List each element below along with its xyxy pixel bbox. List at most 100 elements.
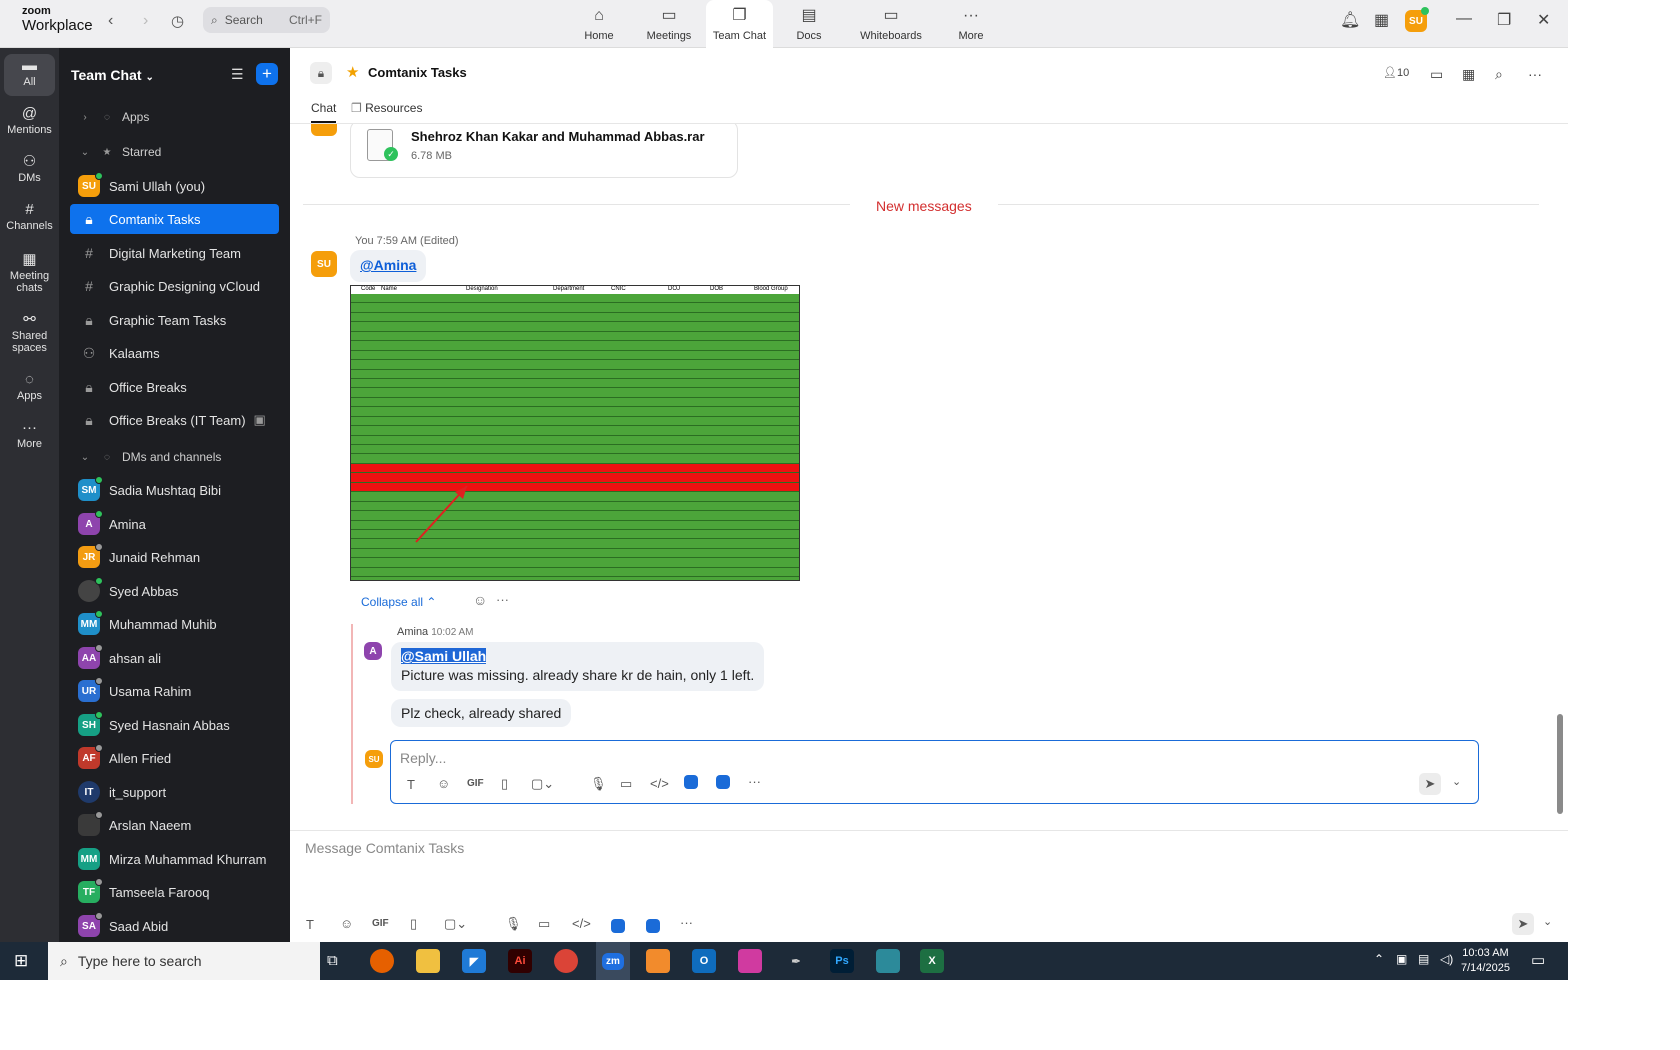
- dm-ahsan-ali[interactable]: AA ahsan ali: [70, 643, 279, 673]
- app-icon[interactable]: [684, 775, 698, 789]
- dm-allen-fried[interactable]: AF Allen Fried: [70, 743, 279, 773]
- history-icon[interactable]: ◷: [171, 12, 184, 30]
- microphone-icon[interactable]: 🎙︎: [505, 916, 522, 932]
- section-dms-channels[interactable]: ⌄ ◌ DMs and channels: [70, 444, 279, 470]
- rail-apps[interactable]: ◌ Apps: [0, 372, 59, 402]
- search-icon[interactable]: ⌕: [1495, 66, 1503, 83]
- collapse-all-button[interactable]: Collapse all ⌃: [361, 595, 436, 609]
- gif-icon[interactable]: GIF: [467, 778, 484, 789]
- close-icon[interactable]: ✕: [1537, 10, 1550, 30]
- creative-cloud-icon[interactable]: [738, 949, 762, 973]
- calendar-icon[interactable]: ▦: [1462, 66, 1475, 83]
- sidebar-item-kalaams[interactable]: ⚇ Kalaams: [70, 338, 279, 368]
- new-chat-button[interactable]: +: [256, 63, 278, 85]
- send-icon[interactable]: ➤: [1419, 773, 1441, 795]
- sidebar-item-office-breaks-it[interactable]: 🔒︎ Office Breaks (IT Team) ▣: [70, 405, 279, 435]
- microphone-icon[interactable]: 🎙︎: [590, 776, 607, 792]
- tab-docs[interactable]: ▤ Docs: [786, 0, 832, 48]
- photoshop-icon[interactable]: Ps: [830, 949, 854, 973]
- dm-muhammad-muhib[interactable]: MM Muhammad Muhib: [70, 609, 279, 639]
- tab-more[interactable]: ··· More: [951, 0, 991, 48]
- forward-arrow-icon[interactable]: ›: [143, 12, 148, 30]
- search-box[interactable]: ⌕ Search Ctrl+F: [203, 7, 330, 33]
- system-tray-icon[interactable]: ▣: [1396, 952, 1407, 966]
- section-apps[interactable]: › ◌ Apps: [70, 104, 279, 130]
- dm-syed-abbas[interactable]: Syed Abbas: [70, 576, 279, 606]
- screenshot-icon[interactable]: ▢⌄: [531, 776, 554, 792]
- file-explorer-icon[interactable]: [416, 949, 440, 973]
- app-icon[interactable]: [716, 775, 730, 789]
- rail-meeting-chats[interactable]: ▦ Meeting chats: [0, 252, 59, 294]
- chevron-up-icon[interactable]: ⌃: [1374, 952, 1384, 966]
- chevron-down-icon[interactable]: ⌄: [1452, 775, 1461, 788]
- format-text-icon[interactable]: T: [407, 777, 415, 792]
- message-input[interactable]: Message Comtanix Tasks: [305, 840, 464, 856]
- video-clip-icon[interactable]: ▭: [620, 776, 632, 792]
- file-icon[interactable]: ▯: [410, 916, 417, 932]
- minimize-icon[interactable]: —: [1456, 10, 1472, 28]
- rail-more[interactable]: ··· More: [0, 420, 59, 450]
- more-icon[interactable]: ···: [748, 774, 761, 789]
- emoji-icon[interactable]: ☺: [340, 916, 353, 931]
- code-icon[interactable]: </>: [650, 776, 669, 791]
- tab-home[interactable]: ⌂ Home: [576, 0, 622, 48]
- more-icon[interactable]: ···: [496, 592, 509, 607]
- star-icon[interactable]: ★: [346, 63, 359, 81]
- gif-icon[interactable]: GIF: [372, 918, 389, 929]
- sidebar-title[interactable]: Team Chat ⌄: [71, 67, 154, 83]
- chrome-icon[interactable]: [554, 949, 578, 973]
- rail-shared-spaces[interactable]: ⚯ Shared spaces: [0, 312, 59, 354]
- excel-icon[interactable]: X: [920, 949, 944, 973]
- section-starred[interactable]: ⌄ ★ Starred: [70, 139, 279, 165]
- rail-dms[interactable]: ⚇ DMs: [0, 154, 59, 184]
- dm-tamseela-farooq[interactable]: TF Tamseela Farooq: [70, 877, 279, 907]
- sidebar-item-comtanix-tasks[interactable]: 🔒︎ Comtanix Tasks: [70, 204, 279, 234]
- screenshot-icon[interactable]: ▢⌄: [444, 916, 467, 932]
- sidebar-item-digital-marketing[interactable]: # Digital Marketing Team: [70, 238, 279, 268]
- tab-meetings[interactable]: ▭ Meetings: [642, 0, 696, 48]
- calendar-icon[interactable]: ▦: [1374, 10, 1389, 30]
- restore-icon[interactable]: ❐: [1497, 10, 1511, 30]
- chat-title[interactable]: Comtanix Tasks: [368, 65, 467, 80]
- tab-resources[interactable]: ❐ Resources: [351, 101, 422, 115]
- video-icon[interactable]: ▭: [1430, 66, 1443, 83]
- chevron-down-icon[interactable]: ⌄: [1543, 915, 1552, 928]
- sidebar-item-graphic-team-tasks[interactable]: 🔒︎ Graphic Team Tasks: [70, 305, 279, 335]
- dm-arslan-naeem[interactable]: Arslan Naeem: [70, 810, 279, 840]
- zoom-taskbar-icon[interactable]: zm: [596, 942, 630, 980]
- format-text-icon[interactable]: T: [306, 917, 314, 932]
- dm-it-support[interactable]: IT it_support: [70, 777, 279, 807]
- tab-whiteboards[interactable]: ▭ Whiteboards: [856, 0, 926, 48]
- outlook-icon[interactable]: O: [692, 949, 716, 973]
- app-icon[interactable]: [646, 949, 670, 973]
- dm-syed-hasnain[interactable]: SH Syed Hasnain Abbas: [70, 710, 279, 740]
- dm-junaid[interactable]: JR Junaid Rehman: [70, 542, 279, 572]
- firefox-icon[interactable]: [370, 949, 394, 973]
- scrollbar[interactable]: [1557, 714, 1563, 814]
- illustrator-icon[interactable]: Ai: [508, 949, 532, 973]
- app-icon[interactable]: [876, 949, 900, 973]
- file-attachment[interactable]: ✓ Shehroz Khan Kakar and Muhammad Abbas.…: [350, 124, 738, 178]
- reply-input[interactable]: Reply...: [400, 750, 446, 766]
- mention-link[interactable]: @Amina: [360, 257, 416, 273]
- reply-box[interactable]: Reply... T ☺ GIF ▯ ▢⌄ 🎙︎ ▭ </> ··· ➤ ⌄: [390, 740, 1479, 804]
- dm-saad-abid[interactable]: SA Saad Abid: [70, 911, 279, 941]
- windows-start-icon[interactable]: ⊞: [14, 951, 28, 971]
- taskbar-search[interactable]: ⌕ Type here to search: [48, 942, 320, 980]
- rail-all[interactable]: ▬ All: [4, 54, 55, 96]
- rail-mentions[interactable]: @ Mentions: [0, 106, 59, 136]
- filter-icon[interactable]: ☰: [231, 66, 244, 83]
- rail-channels[interactable]: # Channels: [0, 202, 59, 232]
- video-clip-icon[interactable]: ▭: [538, 916, 550, 932]
- dm-amina[interactable]: A Amina: [70, 509, 279, 539]
- emoji-icon[interactable]: ☺: [437, 776, 450, 791]
- dm-sadia[interactable]: SM Sadia Mushtaq Bibi: [70, 475, 279, 505]
- network-icon[interactable]: ▤: [1418, 952, 1429, 966]
- back-arrow-icon[interactable]: ‹: [108, 12, 113, 30]
- file-icon[interactable]: ▯: [501, 776, 508, 792]
- sidebar-item-office-breaks[interactable]: 🔒︎ Office Breaks: [70, 372, 279, 402]
- dm-usama-rahim[interactable]: UR Usama Rahim: [70, 676, 279, 706]
- sidebar-item-sami-ullah[interactable]: SU Sami Ullah (you): [70, 171, 279, 201]
- vscode-icon[interactable]: ◤: [462, 949, 486, 973]
- mention-link[interactable]: @Sami Ullah: [401, 648, 487, 664]
